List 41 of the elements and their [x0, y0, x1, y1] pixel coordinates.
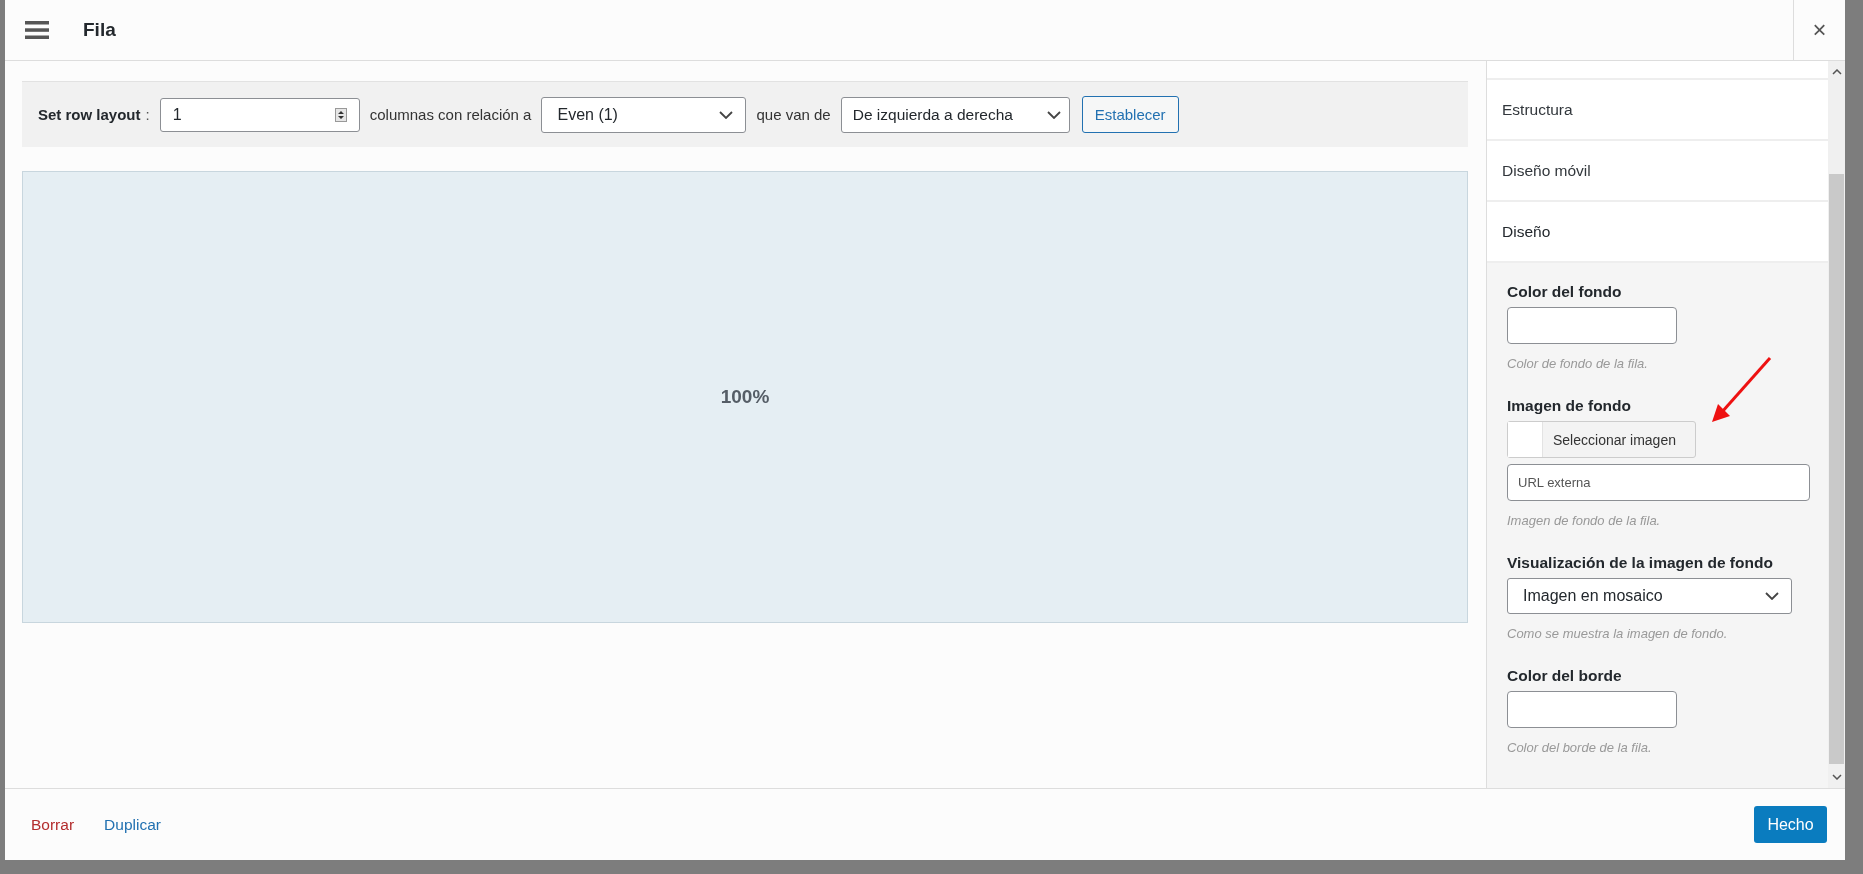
spinner-icon[interactable] — [334, 107, 347, 122]
direction-label: que van de — [756, 106, 831, 123]
chevron-down-icon — [1046, 110, 1061, 119]
scrollbar-thumb[interactable] — [1829, 174, 1844, 764]
field-label: Visualización de la imagen de fondo — [1507, 554, 1773, 572]
field-label: Imagen de fondo — [1507, 397, 1631, 415]
scroll-up-icon[interactable] — [1831, 69, 1842, 75]
menu-icon[interactable] — [25, 20, 49, 40]
color-field[interactable] — [1507, 691, 1677, 728]
help-text: Color de fondo de la fila. — [1507, 356, 1648, 371]
duplicate-link[interactable]: Duplicar — [104, 815, 161, 834]
chevron-down-icon — [1765, 592, 1779, 600]
help-text: Como se muestra la imagen de fondo. — [1507, 626, 1728, 641]
annotation-arrow — [1710, 356, 1772, 424]
relation-label: columnas con relación a — [369, 106, 532, 123]
accordion-header[interactable]: Diseño — [1487, 202, 1828, 263]
direction-select[interactable]: De izquierda a derecha — [840, 96, 1070, 133]
close-button[interactable]: × — [1793, 0, 1845, 60]
delete-link[interactable]: Borrar — [31, 815, 75, 834]
field-label: Color del fondo — [1507, 283, 1622, 301]
layout-label: Set row layout — [38, 106, 141, 123]
set-button[interactable]: Establecer — [1081, 96, 1179, 133]
accordion-header[interactable]: Estructura — [1487, 80, 1828, 141]
column-width-label: 100% — [720, 386, 770, 408]
field-label: Color del borde — [1507, 667, 1622, 685]
help-text: Color del borde de la fila. — [1507, 740, 1652, 755]
scroll-down-icon[interactable] — [1831, 774, 1842, 780]
column-block[interactable]: 100% — [22, 171, 1468, 623]
ratio-select[interactable]: Even (1) — [541, 96, 747, 133]
colon-separator: : — [145, 106, 150, 123]
chevron-down-icon — [719, 110, 734, 119]
select-image-button[interactable]: Seleccionar imagen — [1507, 421, 1696, 458]
url-field[interactable]: URL externa — [1507, 464, 1810, 501]
done-button[interactable]: Hecho — [1754, 806, 1827, 843]
accordion-header[interactable]: Diseño móvil — [1487, 141, 1828, 202]
columns-field[interactable]: 1 — [159, 97, 360, 132]
dialog-title: Fila — [83, 19, 116, 41]
color-field[interactable] — [1507, 307, 1677, 344]
help-text: Imagen de fondo de la fila. — [1507, 513, 1661, 528]
scrollbar[interactable] — [1828, 61, 1845, 788]
display-select[interactable]: Imagen en mosaico — [1507, 578, 1792, 614]
